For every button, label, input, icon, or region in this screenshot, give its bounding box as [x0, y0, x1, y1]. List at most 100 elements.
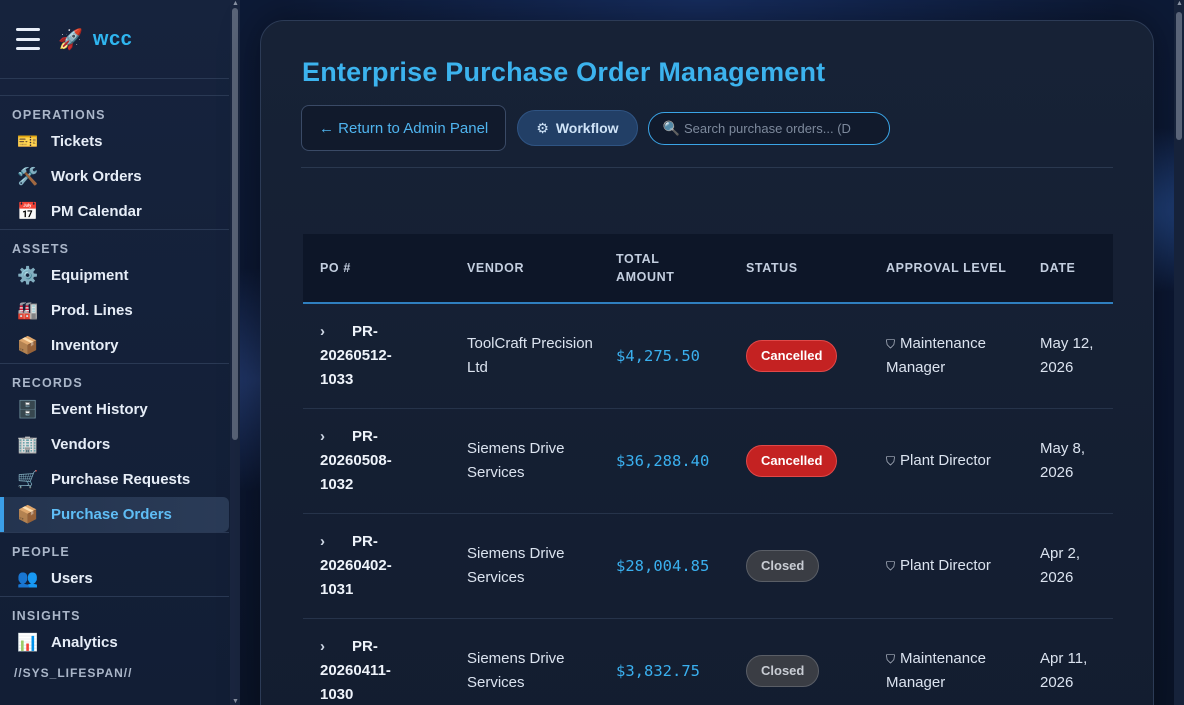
menu-icon[interactable] [16, 28, 40, 50]
sidebar-item-label: Equipment [51, 267, 129, 284]
date-cell: Apr 11, 2026 [1040, 649, 1088, 691]
po-number[interactable]: PR- 20260512- 1033 [320, 320, 392, 392]
page-scrollbar[interactable]: ▲ [1174, 0, 1184, 705]
sidebar-item-purchase-orders[interactable]: 📦 Purchase Orders [0, 497, 229, 532]
scroll-down-icon[interactable]: ▼ [232, 698, 239, 705]
workflow-label: Workflow [555, 120, 619, 136]
total-amount-cell: $36,288.40 [616, 451, 710, 470]
po-number-cell: › PR- 20260512- 1033 [303, 303, 450, 408]
sidebar-item-prod-lines[interactable]: 🏭 Prod. Lines [0, 293, 229, 328]
page-scroll-thumb[interactable] [1176, 12, 1182, 140]
sidebar-item-label: Inventory [51, 337, 119, 354]
shield-icon: ⛉ [886, 336, 896, 351]
shield-icon: ⛉ [886, 651, 896, 666]
search-input[interactable] [684, 120, 855, 136]
sidebar-item-equipment[interactable]: ⚙️ Equipment [0, 258, 229, 293]
sidebar-section-title: OPERATIONS [12, 108, 106, 122]
col-header-total-amount[interactable]: TOTAL AMOUNT [599, 234, 729, 303]
scroll-up-icon[interactable]: ▲ [1176, 0, 1183, 7]
po-number[interactable]: PR- 20260411- 1030 [320, 635, 391, 705]
sidebar-item-icon: 🛒 [17, 469, 39, 489]
table-row[interactable]: › PR- 20260411- 1030 Siemens Drive Services… [303, 618, 1113, 705]
chevron-right-icon[interactable]: › [320, 530, 352, 554]
date-cell: May 12, 2026 [1040, 334, 1094, 376]
table-row[interactable]: › PR- 20260402- 1031 Siemens Drive Services… [303, 513, 1113, 618]
table-header-row: PO # VENDOR TOTAL AMOUNT STATUS APPROVAL… [303, 234, 1113, 303]
col-header-approval-level[interactable]: APPROVAL LEVEL [869, 234, 1023, 303]
sidebar-item-work-orders[interactable]: 🛠️ Work Orders [0, 159, 229, 194]
po-number[interactable]: PR- 20260508- 1032 [320, 425, 392, 497]
sidebar-header: 🚀 wcc [0, 0, 229, 79]
brand[interactable]: 🚀 wcc [58, 27, 132, 52]
total-amount-cell: $3,832.75 [616, 661, 700, 680]
search-icon: 🔍 [662, 119, 681, 136]
chevron-right-icon[interactable]: › [320, 425, 352, 449]
po-number-cell: › PR- 20260402- 1031 [303, 513, 450, 618]
sidebar-section: INSIGHTS 📊 Analytics [0, 596, 229, 660]
vendor-cell: Siemens Drive Services [467, 439, 565, 481]
sidebar-item-event-history[interactable]: 🗄️ Event History [0, 392, 229, 427]
sidebar-scrollbar[interactable]: ▲ ▼ [230, 0, 240, 705]
gear-icon: ⚙ [536, 119, 549, 136]
sidebar-item-inventory[interactable]: 📦 Inventory [0, 328, 229, 363]
col-header-status[interactable]: STATUS [729, 234, 869, 303]
search-box[interactable]: 🔍 [647, 111, 890, 145]
approval-level-cell: ⛉ Plant Director [869, 408, 1023, 513]
sidebar-item-icon: 🎫 [17, 131, 39, 151]
sidebar-item-label: Analytics [51, 634, 118, 651]
sidebar-item-label: PM Calendar [51, 203, 142, 220]
sidebar-footer: //SYS_LIFESPAN// [14, 666, 133, 680]
sidebar-item-label: Tickets [51, 133, 103, 150]
approval-level-cell: ⛉ Maintenance Manager [869, 303, 1023, 408]
sidebar-item-purchase-requests[interactable]: 🛒 Purchase Requests [0, 462, 229, 497]
sidebar-section: PEOPLE 👥 Users [0, 532, 229, 596]
return-to-admin-button[interactable]: ← Return to Admin Panel [301, 105, 507, 151]
col-header-vendor[interactable]: VENDOR [450, 234, 599, 303]
approval-level: Maintenance Manager [886, 334, 986, 376]
chevron-right-icon[interactable]: › [320, 635, 352, 659]
col-header-date[interactable]: DATE [1023, 234, 1113, 303]
sidebar-item-icon: 🏭 [17, 300, 39, 320]
sidebar-item-pm-calendar[interactable]: 📅 PM Calendar [0, 194, 229, 229]
status-cell: Cancelled [729, 303, 869, 408]
sidebar-item-icon: 🏢 [17, 434, 39, 454]
col-header-po[interactable]: PO # [303, 234, 450, 303]
chevron-right-icon[interactable]: › [320, 320, 352, 344]
sidebar-item-users[interactable]: 👥 Users [0, 561, 229, 596]
sidebar-item-icon: 📦 [17, 335, 39, 355]
sidebar-item-label: Users [51, 570, 93, 587]
scroll-up-icon[interactable]: ▲ [232, 0, 239, 7]
date-cell: Apr 2, 2026 [1040, 544, 1081, 586]
po-number-cell: › PR- 20260411- 1030 [303, 618, 450, 705]
table-row[interactable]: › PR- 20260512- 1033 ToolCraft Precision Lt… [303, 303, 1113, 408]
date-cell: May 8, 2026 [1040, 439, 1086, 481]
sidebar-item-vendors[interactable]: 🏢 Vendors [0, 427, 229, 462]
toolbar: ← Return to Admin Panel ⚙ Workflow 🔍 [301, 105, 890, 151]
approval-level: Maintenance Manager [886, 649, 986, 691]
po-number-cell: › PR- 20260508- 1032 [303, 408, 450, 513]
sidebar-item-icon: 📅 [17, 201, 39, 221]
status-badge: Cancelled [746, 339, 838, 372]
rocket-icon: 🚀 [58, 28, 83, 51]
sidebar-scroll-thumb[interactable] [232, 8, 238, 440]
status-badge: Closed [746, 654, 820, 687]
sidebar-item-label: Work Orders [51, 168, 142, 185]
table-row[interactable]: › PR- 20260508- 1032 Siemens Drive Services… [303, 408, 1113, 513]
status-cell: Cancelled [729, 408, 869, 513]
sidebar-item-icon: ⚙️ [17, 265, 39, 285]
sidebar-item-analytics[interactable]: 📊 Analytics [0, 625, 229, 660]
sidebar: 🚀 wcc OPERATIONS 🎫 Tickets 🛠️ Work Orders 📅 PM… [0, 0, 240, 705]
sidebar-section-title: ASSETS [12, 242, 70, 256]
status-badge: Closed [746, 549, 820, 582]
page-title: Enterprise Purchase Order Management [302, 57, 826, 87]
status-cell: Closed [729, 618, 869, 705]
workflow-button[interactable]: ⚙ Workflow [517, 110, 638, 146]
approval-level-cell: ⛉ Maintenance Manager [869, 618, 1023, 705]
po-number[interactable]: PR- 20260402- 1031 [320, 530, 392, 602]
vendor-cell: Siemens Drive Services [467, 649, 565, 691]
sidebar-item-tickets[interactable]: 🎫 Tickets [0, 124, 229, 159]
main-card: Enterprise Purchase Order Management ← R… [260, 20, 1154, 705]
sidebar-item-icon: 👥 [17, 568, 39, 588]
status-cell: Closed [729, 513, 869, 618]
sidebar-item-icon: 🛠️ [17, 166, 39, 186]
